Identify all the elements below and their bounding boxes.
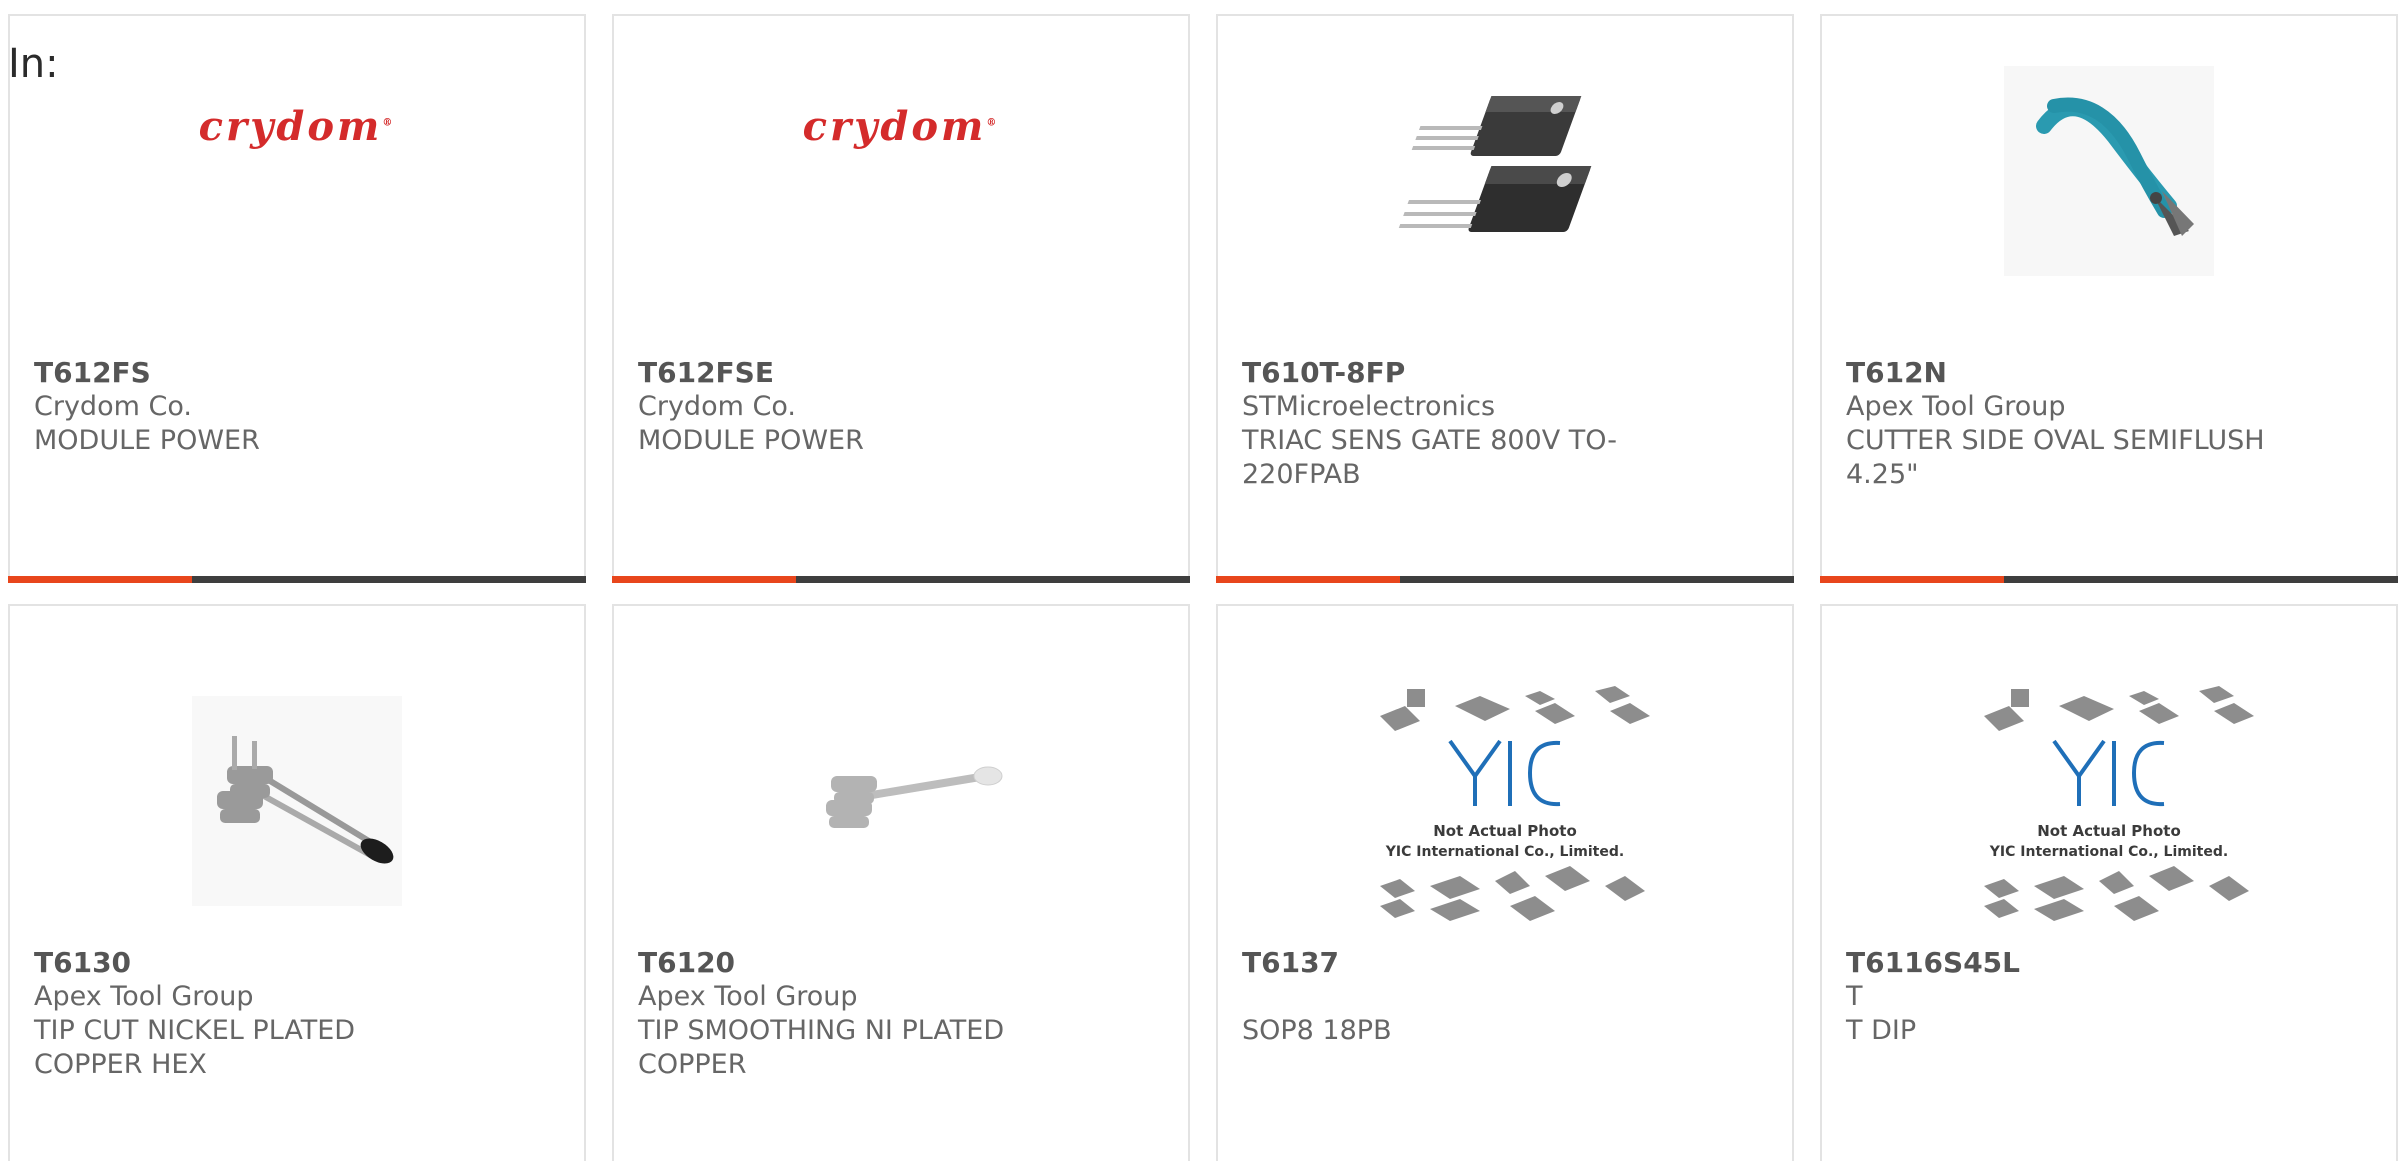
product-image[interactable] <box>1218 16 1792 356</box>
product-image[interactable] <box>1822 16 2396 356</box>
manufacturer: Crydom Co. <box>638 391 796 422</box>
product-image[interactable]: crydom® <box>10 16 584 356</box>
manufacturer: Crydom Co. <box>34 391 192 422</box>
description: SOP8 18PB <box>1242 1015 1392 1046</box>
svg-text:YIC International Co., Limited: YIC International Co., Limited. <box>1385 844 1624 860</box>
part-number[interactable]: T612N <box>1846 356 2372 390</box>
product-card[interactable]: Not Actual Photo YIC International Co., … <box>1216 604 1794 1161</box>
description: TRIAC SENS GATE 800V TO-220FPAB <box>1242 425 1618 490</box>
soldering-tip-icon <box>826 766 1003 828</box>
description: TIP SMOOTHING NI PLATED COPPER <box>638 1015 1005 1080</box>
card-accent-bar <box>8 576 586 583</box>
product-image[interactable] <box>10 606 584 946</box>
part-number[interactable]: T6130 <box>34 946 560 980</box>
part-number[interactable]: T6137 <box>1242 946 1768 980</box>
crydom-logo: crydom® <box>802 102 1000 150</box>
product-image[interactable] <box>614 606 1188 946</box>
product-image[interactable]: Not Actual Photo YIC International Co., … <box>1218 606 1792 946</box>
svg-text:YIC International Co., Limited: YIC International Co., Limited. <box>1989 844 2228 860</box>
soldering-tip-icon <box>192 696 402 906</box>
side-cutter-pliers-icon <box>2004 66 2214 276</box>
manufacturer: Apex Tool Group <box>1846 391 2066 422</box>
product-card[interactable]: crydom® T612FS Crydom Co. MODULE POWER <box>8 14 586 583</box>
manufacturer: Apex Tool Group <box>34 981 254 1012</box>
yic-placeholder-icon: Not Actual Photo YIC International Co., … <box>1984 686 2254 921</box>
product-image[interactable]: Not Actual Photo YIC International Co., … <box>1822 606 2396 946</box>
card-accent-bar <box>1216 576 1794 583</box>
description: MODULE POWER <box>34 425 260 456</box>
part-number[interactable]: T6116S45L <box>1846 946 2372 980</box>
product-card[interactable]: T6120 Apex Tool Group TIP SMOOTHING NI P… <box>612 604 1190 1161</box>
manufacturer: Apex Tool Group <box>638 981 858 1012</box>
manufacturer: T <box>1846 981 1863 1012</box>
product-image[interactable]: crydom® <box>614 16 1188 356</box>
product-grid: In: crydom® T612FS Crydom Co. MODULE POW… <box>0 0 2400 1161</box>
part-number[interactable]: T6120 <box>638 946 1164 980</box>
crydom-logo: crydom® <box>198 102 396 150</box>
svg-text:Not Actual Photo: Not Actual Photo <box>1433 822 1577 840</box>
manufacturer <box>1242 980 1672 1014</box>
description: T DIP <box>1846 1015 1917 1046</box>
part-number[interactable]: T610T-8FP <box>1242 356 1768 390</box>
product-card[interactable]: T610T-8FP STMicroelectronics TRIAC SENS … <box>1216 14 1794 583</box>
product-card[interactable]: T612N Apex Tool Group CUTTER SIDE OVAL S… <box>1820 14 2398 583</box>
product-card[interactable]: Not Actual Photo YIC International Co., … <box>1820 604 2398 1161</box>
manufacturer: STMicroelectronics <box>1242 391 1496 422</box>
filter-label: In: <box>8 41 59 87</box>
description: TIP CUT NICKEL PLATED COPPER HEX <box>34 1015 356 1080</box>
card-accent-bar <box>1820 576 2398 583</box>
yic-placeholder-icon: Not Actual Photo YIC International Co., … <box>1380 686 1650 921</box>
svg-text:Not Actual Photo: Not Actual Photo <box>2037 822 2181 840</box>
description: MODULE POWER <box>638 425 864 456</box>
part-number[interactable]: T612FSE <box>638 356 1164 390</box>
description: CUTTER SIDE OVAL SEMIFLUSH 4.25" <box>1846 425 2265 490</box>
part-number[interactable]: T612FS <box>34 356 560 390</box>
card-accent-bar <box>612 576 1190 583</box>
product-card[interactable]: T6130 Apex Tool Group TIP CUT NICKEL PLA… <box>8 604 586 1161</box>
to220-transistor-icon <box>1398 96 1592 232</box>
product-card[interactable]: crydom® T612FSE Crydom Co. MODULE POWER <box>612 14 1190 583</box>
